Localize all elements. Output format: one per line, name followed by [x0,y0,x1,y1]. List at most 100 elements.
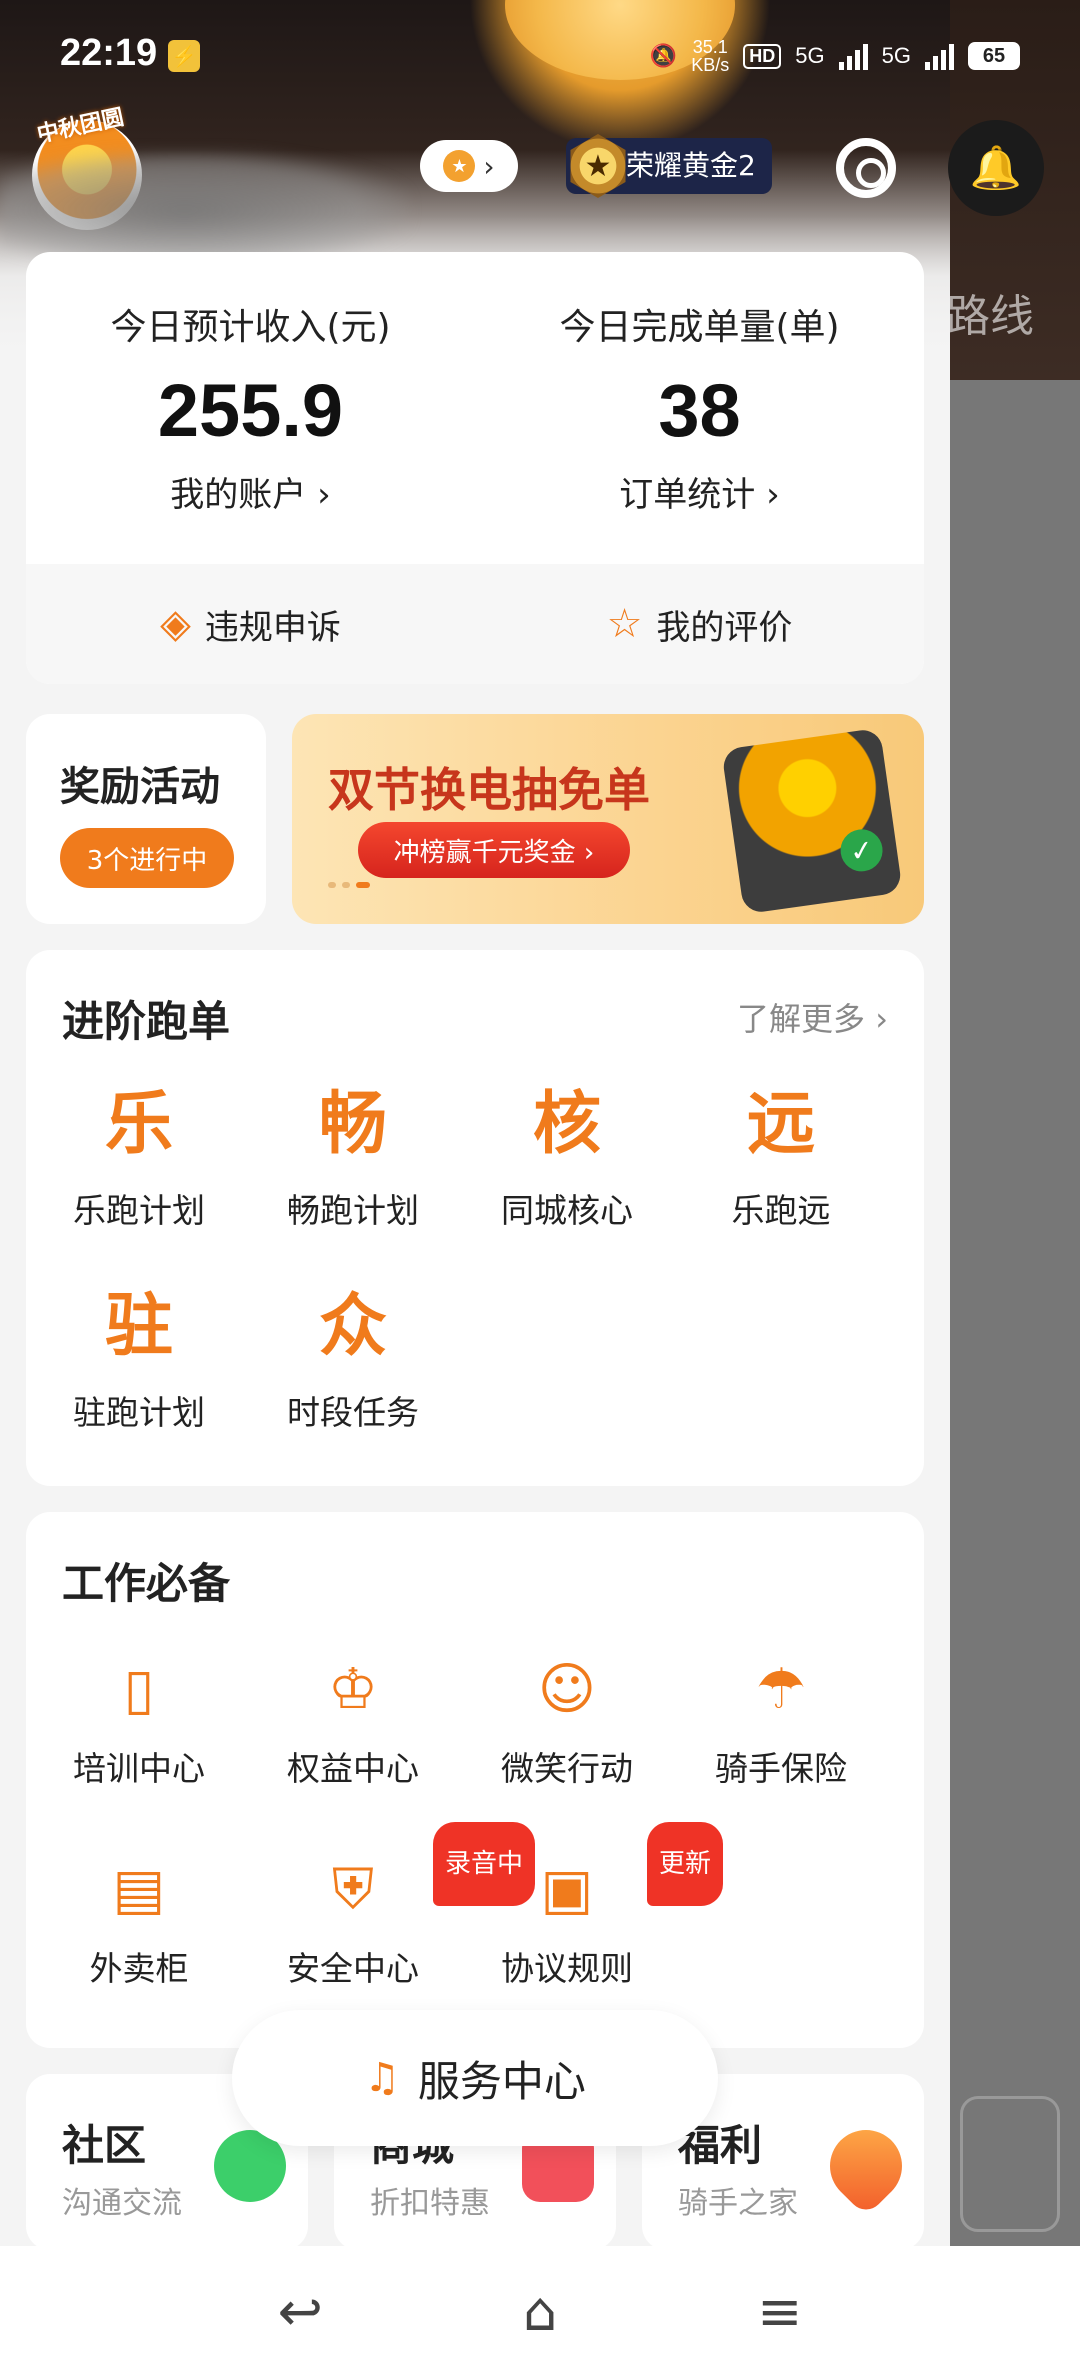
locker-icon: ▤ [112,1857,166,1922]
orders-value: 38 [658,369,741,452]
signal-bars-icon [838,42,868,70]
earnings-footer: ◈ 违规申诉 ☆ 我的评价 [26,564,924,684]
mall-subtitle: 折扣特惠 [370,2186,490,2221]
banner-cta-button[interactable]: 冲榜赢千元奖金 › [358,822,630,878]
net-speed-unit: KB/s [691,55,730,75]
rider-insurance-button[interactable]: ☂ 骑手保险 [674,1652,888,1790]
tool-label: 骑手保险 [715,1749,847,1788]
smile-action-button[interactable]: ☺ 微笑行动 [460,1652,674,1790]
battery-illustration-icon [721,727,903,915]
income-value: 255.9 [157,369,344,452]
appeal-label: 违规申诉 [204,607,341,648]
plan-city-core[interactable]: 核 同城核心 [460,1080,674,1232]
my-rating-button[interactable]: ☆ 我的评价 [475,564,924,684]
rewards-card[interactable]: 奖励活动 3个进行中 [26,714,266,924]
plan-label: 畅跑计划 [287,1191,419,1230]
plan-label: 同城核心 [501,1191,633,1230]
appeal-icon: ◈ [160,601,191,647]
banner-pagination [328,882,370,888]
banner-dot [328,882,336,888]
appeal-button[interactable]: ◈ 违规申诉 [26,564,475,684]
tool-label: 安全中心 [287,1949,419,1988]
network-speed: 35.1 KB/s [691,38,729,74]
sim2-network: 5G [881,43,911,68]
menu-icon[interactable]: ≡ [757,2280,802,2343]
status-time: 22:19 [60,32,158,74]
chevron-right-icon: › [483,149,495,183]
tool-label: 外卖柜 [89,1949,189,1988]
banner-dot [342,882,350,888]
settings-gear-icon[interactable] [836,138,896,198]
tool-label: 协议规则 [501,1949,633,1988]
tool-label: 微笑行动 [501,1749,633,1788]
system-nav-bar: ↩ ⌂ ≡ [0,2246,1080,2376]
plan-glyph: 远 [746,1085,815,1164]
advanced-orders-card: 进阶跑单 了解更多 › 乐 乐跑计划 畅 畅跑计划 核 同城核心 远 乐跑远 驻… [26,950,924,1486]
plan-glyph: 众 [318,1287,387,1366]
medal-button[interactable]: ★ › [420,140,518,192]
background-card-outline [960,2096,1060,2232]
banner-dot-active [356,882,370,888]
plan-label: 时段任务 [287,1393,419,1432]
sim1-network: 5G [795,43,825,68]
level-label: 荣耀黄金2 [626,149,756,182]
plan-label: 驻跑计划 [73,1393,205,1432]
rewards-title: 奖励活动 [60,764,220,810]
my-account-link[interactable]: 我的账户 › [26,467,475,516]
safety-center-button[interactable]: ⛨ 录音中 安全中心 [246,1822,536,1990]
document-check-icon: ▣ 更新 [529,1822,724,1928]
headset-icon: ♫ [364,2055,400,2101]
rating-label: 我的评价 [656,607,793,648]
benefits-center-button[interactable]: ♔ 权益中心 [246,1652,460,1790]
tool-label: 培训中心 [73,1749,205,1788]
community-title: 社区 [62,2121,147,2170]
status-bar: 22:19 ⚡ 🔕 35.1 KB/s HD 5G 5G 65 [0,0,1080,110]
work-essentials-card: 工作必备 ▯ 培训中心 ♔ 权益中心 ☺ 微笑行动 ☂ 骑手保险 ▤ 外卖柜 ⛨… [26,1512,924,2048]
advanced-title: 进阶跑单 [62,997,231,1046]
signal-bars-icon [925,42,954,70]
net-speed-value: 35.1 [692,37,728,57]
smile-icon: ☺ [537,1657,597,1722]
order-stats-link[interactable]: 订单统计 › [475,467,924,516]
service-center-button[interactable]: ♫ 服务中心 [232,2010,718,2146]
income-column[interactable]: 今日预计收入(元) 255.9 我的账户 › [26,298,475,516]
mute-icon: 🔕 [649,43,678,68]
plan-le-pao[interactable]: 乐 乐跑计划 [32,1080,246,1232]
plan-zhu-pao[interactable]: 驻 驻跑计划 [32,1282,246,1434]
update-tag: 更新 [647,1822,724,1906]
welfare-subtitle: 骑手之家 [678,2186,798,2221]
hd-voice-icon: HD [743,43,782,69]
learn-more-link[interactable]: 了解更多 › [737,994,888,1040]
banner-title: 双节换电抽免单 [328,763,650,817]
training-center-button[interactable]: ▯ 培训中心 [32,1652,246,1790]
umbrella-icon: ☂ [755,1657,807,1722]
orders-label: 今日完成单量(单) [559,307,840,348]
delivery-locker-button[interactable]: ▤ 外卖柜 [32,1852,246,1990]
home-icon[interactable]: ⌂ [523,2280,557,2343]
rewards-count-badge: 3个进行中 [60,828,234,888]
community-subtitle: 沟通交流 [62,2186,182,2221]
plan-label: 乐跑计划 [73,1191,205,1230]
plan-time-slot-task[interactable]: 众 时段任务 [246,1282,460,1434]
agreement-rules-button[interactable]: ▣ 更新 协议规则 [460,1822,724,1990]
income-label: 今日预计收入(元) [110,307,391,348]
plan-chang-pao[interactable]: 畅 畅跑计划 [246,1080,460,1232]
side-drawer: 中秋团圆 ★ › 荣耀黄金2 ★ 今日预计收入(元) 255.9 我的账户 › … [0,0,950,2376]
plan-label: 乐跑远 [731,1191,831,1230]
book-icon: ▯ [123,1657,155,1722]
earnings-card: 今日预计收入(元) 255.9 我的账户 › 今日完成单量(单) 38 订单统计… [26,252,924,684]
promo-banner[interactable]: 双节换电抽免单 冲榜赢千元奖金 › [292,714,924,924]
back-icon[interactable]: ↩ [278,2280,323,2343]
plan-glyph: 核 [532,1085,601,1164]
plan-glyph: 驻 [104,1287,173,1366]
tool-label: 权益中心 [287,1749,419,1788]
background-route-label[interactable]: 路线 [946,280,1034,344]
shield-plus-icon: ⛨ 录音中 [315,1822,536,1928]
star-icon: ☆ [606,601,643,647]
app-notification-icon: ⚡ [168,40,200,72]
work-essentials-title: 工作必备 [62,1559,231,1608]
orders-column[interactable]: 今日完成单量(单) 38 订单统计 › [475,298,924,516]
hearts-icon [815,2115,917,2217]
plan-le-pao-yuan[interactable]: 远 乐跑远 [674,1080,888,1232]
notification-bell-icon[interactable]: 🔔 [948,120,1044,216]
